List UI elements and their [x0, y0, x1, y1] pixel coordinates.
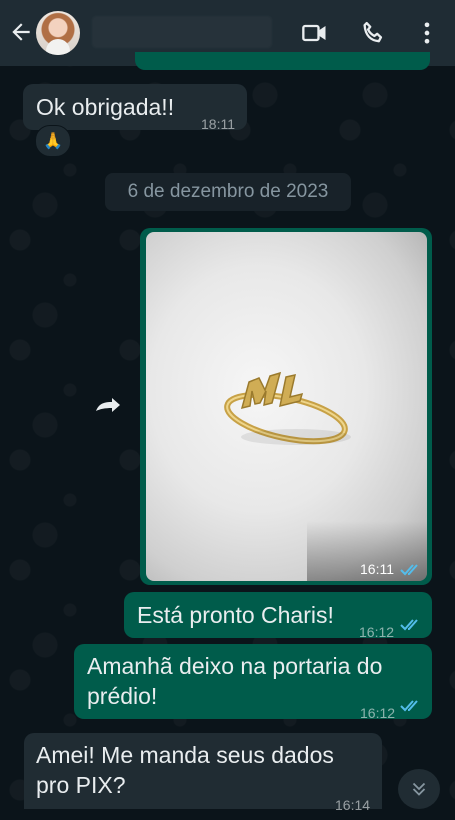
previous-message[interactable]: [135, 52, 430, 70]
message-time: 16:12: [359, 624, 395, 640]
outgoing-message[interactable]: Está pronto Charis! 16:12: [124, 592, 432, 640]
message-text-line: Amanhã deixo na portaria do: [87, 653, 383, 679]
scroll-to-bottom-button[interactable]: [398, 769, 440, 809]
video-camera-icon[interactable]: [301, 19, 329, 47]
message-time: 16:14: [335, 797, 371, 813]
outgoing-message[interactable]: Amanhã deixo na portaria do prédio! 16:1…: [74, 644, 432, 721]
message-time: 16:12: [360, 705, 396, 721]
message-time: 16:11: [360, 561, 394, 577]
double-check-icon: [400, 700, 418, 712]
double-check-icon: [400, 619, 418, 631]
avatar[interactable]: [36, 11, 80, 55]
more-vertical-icon[interactable]: [413, 19, 441, 47]
arrow-left-icon[interactable]: [8, 19, 34, 45]
ring-photo[interactable]: [146, 232, 427, 581]
chevron-double-down-icon: [412, 782, 426, 796]
double-check-icon: [400, 564, 418, 576]
message-text: Está pronto Charis!: [137, 602, 334, 628]
message-text-line: prédio!: [87, 683, 158, 709]
message-time: 18:11: [201, 116, 235, 132]
phone-icon[interactable]: [359, 19, 387, 47]
incoming-message[interactable]: Ok obrigada!! 18:11: [23, 84, 247, 132]
date-separator: 6 de dezembro de 2023: [105, 173, 351, 211]
incoming-message[interactable]: Amei! Me manda seus dados pro PIX? 16:14: [24, 733, 382, 813]
message-text-line: pro PIX?: [36, 772, 126, 798]
message-text-line: Amei! Me manda seus dados: [36, 742, 334, 768]
reaction-badge[interactable]: 🙏: [35, 125, 71, 157]
message-text: Ok obrigada!!: [36, 94, 175, 120]
contact-name[interactable]: [92, 16, 272, 48]
forward-icon[interactable]: [93, 393, 125, 419]
